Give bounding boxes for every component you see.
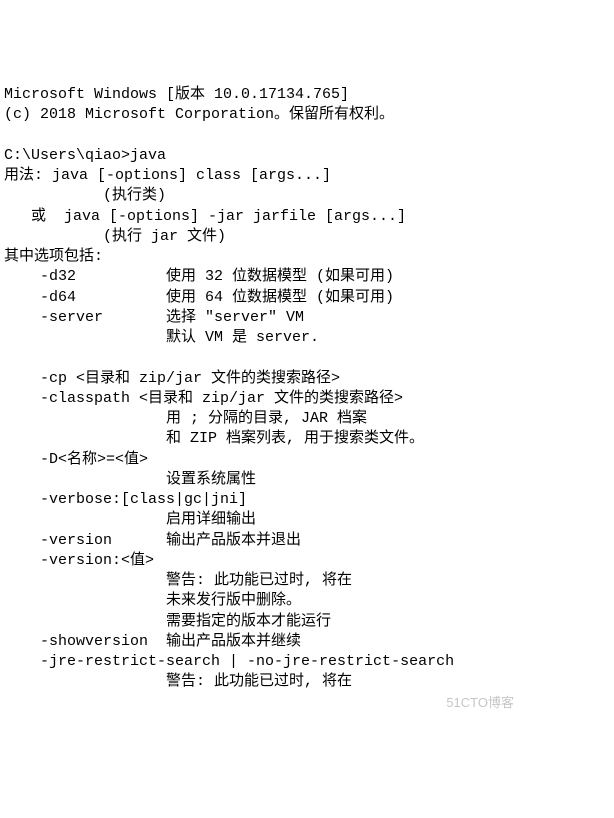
- watermark-text: 51CTO博客: [446, 694, 514, 712]
- terminal-output: Microsoft Windows [版本 10.0.17134.765] (c…: [4, 85, 610, 693]
